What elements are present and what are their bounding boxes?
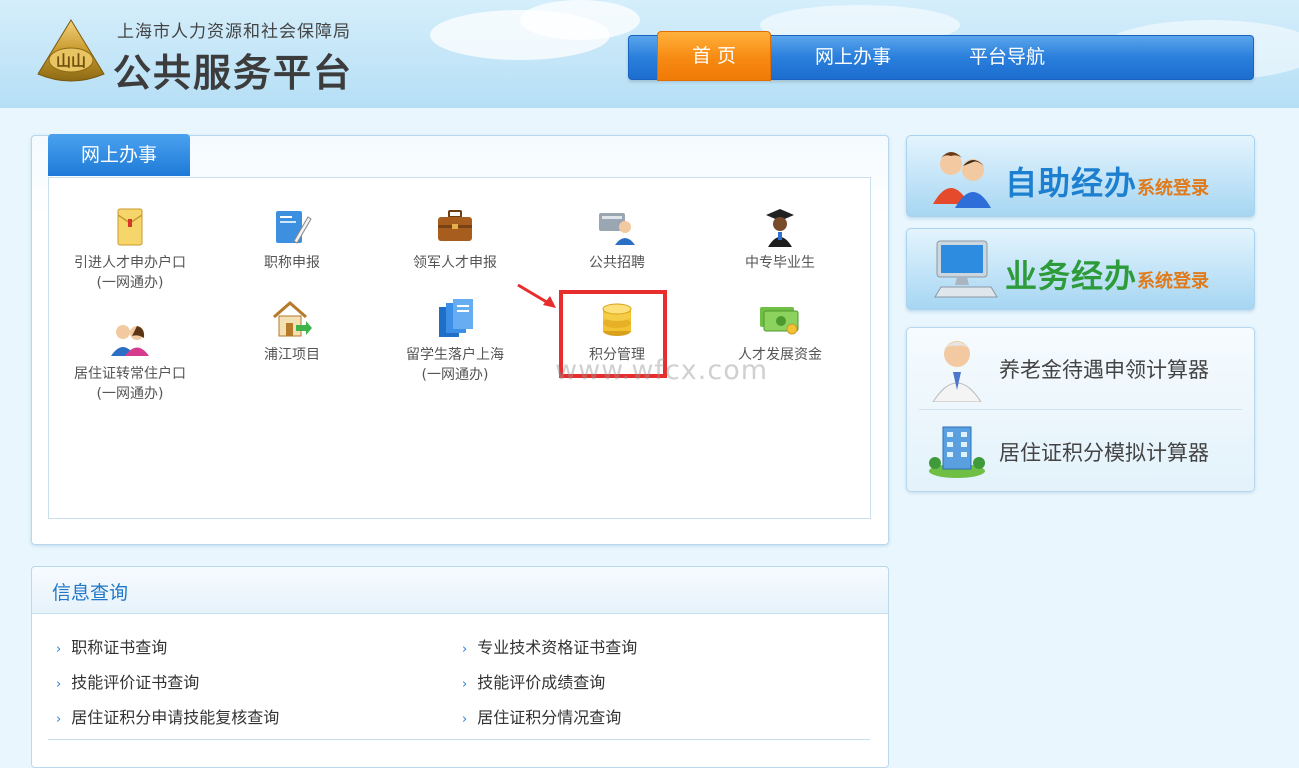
platform-name: 公共服务平台 (113, 51, 354, 95)
query-link-professional-qualification[interactable]: › 专业技术资格证书查询 (462, 634, 637, 658)
red-arrow-annotation (517, 283, 556, 308)
nav-home[interactable]: 首 页 (657, 31, 771, 81)
calculators-panel: 养老金待遇申领计算器 居住证积分模拟计算器 (906, 327, 1255, 492)
service-label: 职称申报 (264, 255, 320, 271)
info-query-panel: 信息查询 › 职称证书查询 › 专业技术资格证书查询 › 技能评价证书查询 › 技能评价… (31, 566, 889, 768)
cloud-decoration (520, 0, 640, 40)
couple-icon (111, 325, 149, 356)
service-label: 留学生落户上海 (406, 347, 504, 363)
service-residence-to-hukou[interactable]: 居住证转常住户口 (一网通办) (55, 316, 205, 404)
service-label: 引进人才申办户口 (74, 255, 186, 271)
nav-online-services[interactable]: 网上办事 (797, 36, 909, 79)
divider (48, 739, 870, 740)
chevron-right-icon: › (462, 677, 468, 692)
info-query-header: 信息查询 (32, 567, 888, 614)
building-icon (929, 426, 985, 478)
users-icon (933, 152, 991, 208)
service-sublabel: (一网通办) (421, 367, 489, 383)
service-overseas-student-settle[interactable]: 留学生落户上海 (一网通办) (380, 297, 530, 385)
service-leading-talent[interactable]: 领军人才申报 (380, 205, 530, 273)
chevron-right-icon: › (462, 712, 468, 727)
query-link-title-certificate[interactable]: › 职称证书查询 (56, 634, 167, 658)
chevron-right-icon: › (56, 712, 62, 727)
elderly-man-icon (932, 341, 982, 402)
business-title: 业务经办系统登录 (1005, 257, 1210, 295)
calculator-label: 居住证积分模拟计算器 (999, 441, 1209, 465)
service-talent-hukou[interactable]: 引进人才申办户口 (一网通办) (55, 205, 205, 293)
certificate-pen-icon (276, 211, 312, 244)
query-link-points-skill-review[interactable]: › 居住证积分申请技能复核查询 (56, 704, 279, 728)
org-name: 上海市人力资源和社会保障局 (117, 22, 351, 42)
page-header: 山山 上海市人力资源和社会保障局 公共服务平台 首 页 网上办事 平台导航 (0, 0, 1299, 108)
main-nav: 首 页 网上办事 平台导航 (628, 31, 1254, 81)
chevron-right-icon: › (56, 677, 62, 692)
watermark: www.wfcx.com (555, 355, 769, 386)
service-vocational-graduates[interactable]: 中专毕业生 (705, 205, 855, 273)
business-login-banner[interactable]: 业务经办系统登录 (906, 228, 1255, 310)
pension-calculator-link[interactable]: 养老金待遇申领计算器 (907, 328, 1254, 408)
service-label: 领军人才申报 (413, 255, 497, 271)
residence-points-calculator-link[interactable]: 居住证积分模拟计算器 (907, 411, 1254, 491)
nav-platform-guide[interactable]: 平台导航 (951, 36, 1063, 79)
recruiter-icon (599, 213, 635, 245)
service-public-recruitment[interactable]: 公共招聘 (542, 205, 692, 273)
self-service-login-banner[interactable]: 自助经办系统登录 (906, 135, 1255, 217)
service-sublabel: (一网通办) (96, 386, 164, 402)
service-sublabel: (一网通办) (96, 275, 164, 291)
online-services-tab[interactable]: 网上办事 (48, 134, 190, 176)
service-pujiang-project[interactable]: 浦江项目 (217, 297, 367, 365)
query-link-points-status[interactable]: › 居住证积分情况查询 (462, 704, 621, 728)
query-link-skill-certificate[interactable]: › 技能评价证书查询 (56, 669, 199, 693)
self-service-title: 自助经办系统登录 (1005, 164, 1210, 202)
chevron-right-icon: › (56, 642, 62, 657)
service-label: 浦江项目 (264, 347, 320, 363)
divider (919, 409, 1242, 410)
graduate-icon (766, 209, 794, 247)
computer-icon (934, 240, 998, 298)
envelope-icon (117, 208, 143, 246)
query-link-skill-score[interactable]: › 技能评价成绩查询 (462, 669, 605, 693)
briefcase-icon (438, 210, 472, 241)
platform-logo-icon[interactable]: 山山 (36, 18, 106, 84)
info-query-title: 信息查询 (52, 582, 129, 604)
money-icon (760, 307, 799, 335)
service-label: 中专毕业生 (745, 255, 815, 271)
calculator-label: 养老金待遇申领计算器 (999, 358, 1209, 382)
service-label: 公共招聘 (589, 255, 645, 271)
service-title-application[interactable]: 职称申报 (217, 205, 367, 273)
house-arrow-icon (273, 301, 312, 337)
svg-text:山山: 山山 (56, 52, 86, 70)
chevron-right-icon: › (462, 642, 468, 657)
service-label: 居住证转常住户口 (74, 366, 186, 382)
books-icon (439, 299, 473, 337)
